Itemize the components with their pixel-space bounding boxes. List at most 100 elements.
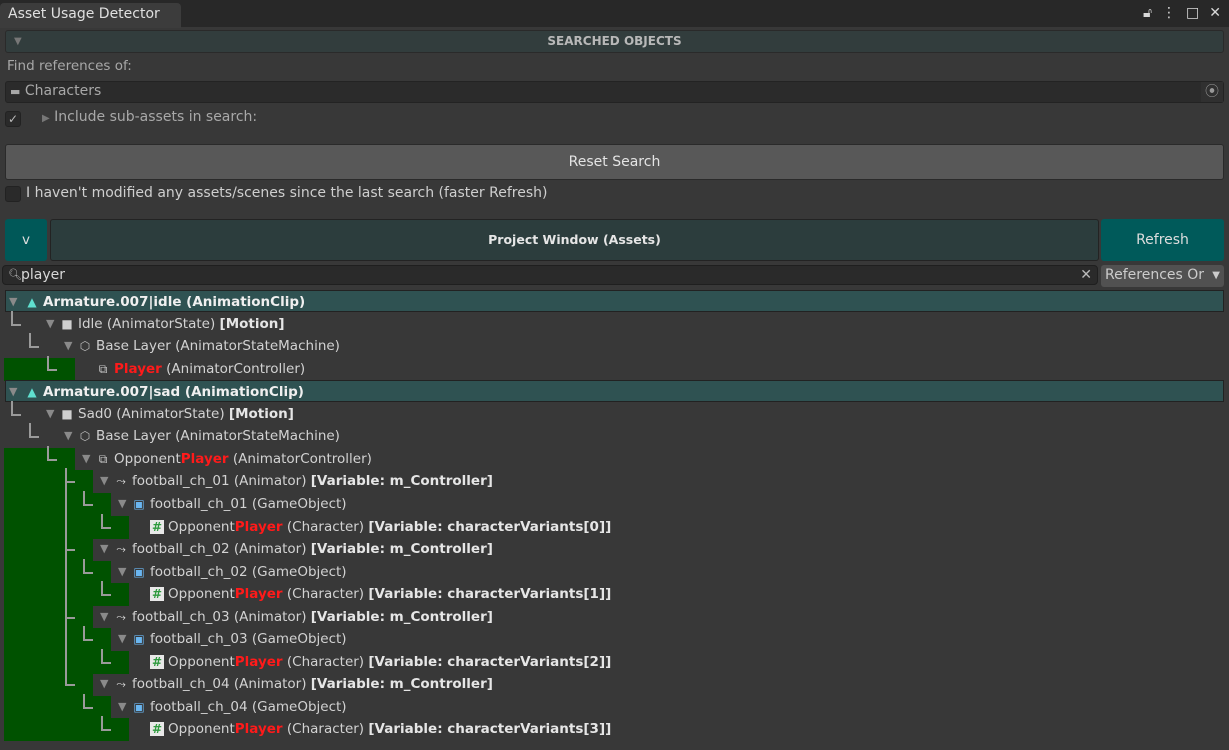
expand-arrow-icon[interactable]: ▼ <box>100 606 108 628</box>
tree-line <box>29 333 31 348</box>
animation-clip-icon: ▲ <box>27 385 37 400</box>
close-icon[interactable]: ✕ <box>1209 5 1221 21</box>
label-text: football_ch_03 (Animator) <box>132 608 311 625</box>
gameobject-icon: ▣ <box>133 632 145 647</box>
tree-row[interactable]: ▼ ▣ football_ch_03 (GameObject) <box>0 626 1229 652</box>
tree-row[interactable]: ▼ ⬡ Base Layer (AnimatorStateMachine) <box>0 423 1229 447</box>
tree-line <box>101 526 111 529</box>
label-text: (Character) <box>282 653 369 670</box>
searched-objects-label: SEARCHED OBJECTS <box>547 34 682 48</box>
menu-icon[interactable]: ⋮ <box>1162 5 1176 21</box>
reference-tag: [Variable: characterVariants[3]] <box>368 721 612 738</box>
highlight-bar <box>4 447 75 471</box>
tree-line <box>65 684 75 687</box>
tree-line <box>101 594 111 597</box>
label-text: Opponent <box>168 721 235 738</box>
tree-row-label: Armature.007|idle (AnimationClip) <box>43 291 305 313</box>
expand-arrow-icon[interactable]: ▼ <box>46 403 54 425</box>
tree-root-row[interactable]: ▼ ▲ Armature.007|sad (AnimationClip) <box>5 380 1224 403</box>
label-text: football_ch_03 (GameObject) <box>150 631 347 648</box>
lock-icon[interactable]: 🔓︎ <box>1143 5 1152 21</box>
reference-tag: [Variable: characterVariants[0]] <box>368 518 612 535</box>
tree-row[interactable]: ▼ ⤳ football_ch_03 (Animator) [Variable: m… <box>0 603 1229 629</box>
label-text: Opponent <box>114 450 181 467</box>
label-text: Armature.007|idle (AnimationClip) <box>43 294 306 310</box>
tree-line <box>47 458 57 461</box>
animator-controller-icon: ⧉ <box>98 451 108 466</box>
match-text: Player <box>234 653 283 670</box>
tree-row[interactable]: # OpponentPlayer (Character) [Variable: c… <box>0 581 1229 607</box>
include-subassets-foldout[interactable]: ▶ Include sub-assets in search: <box>42 109 257 125</box>
expand-arrow-icon[interactable]: ▼ <box>100 673 108 695</box>
tree-row-label: Base Layer (AnimatorStateMachine) <box>96 335 340 357</box>
clear-search-icon[interactable]: ✕ <box>1080 266 1092 284</box>
searched-objects-header[interactable]: ▼ SEARCHED OBJECTS <box>5 30 1224 53</box>
tree-row[interactable]: # OpponentPlayer (Character) [Variable: c… <box>0 513 1229 539</box>
foldout-arrow-icon[interactable]: ▼ <box>14 31 22 52</box>
script-icon: # <box>150 587 164 602</box>
search-input[interactable]: 🔍︎ player ✕ <box>2 265 1098 285</box>
foldout-right-icon: ▶ <box>42 113 50 124</box>
expand-arrow-icon[interactable]: ▼ <box>118 493 126 515</box>
highlight-bar <box>4 538 93 562</box>
tree-line <box>83 639 93 642</box>
tree-row[interactable]: ▼ ▣ football_ch_01 (GameObject) <box>0 490 1229 516</box>
highlight-bar <box>4 560 111 584</box>
tree-row[interactable]: # OpponentPlayer (Character) [Variable: c… <box>0 716 1229 742</box>
tree-row[interactable]: ▼ ⬡ Base Layer (AnimatorStateMachine) <box>0 333 1229 357</box>
project-window-section[interactable]: Project Window (Assets) <box>50 219 1099 261</box>
tree-row[interactable]: ▼ ⤳ football_ch_01 (Animator) [Variable: m… <box>0 468 1229 494</box>
tree-row[interactable]: ▼ ▣ football_ch_02 (GameObject) <box>0 558 1229 584</box>
tree-row[interactable]: ▼ ⤳ football_ch_02 (Animator) [Variable: m… <box>0 536 1229 562</box>
match-text: Player <box>180 450 229 467</box>
tree-row[interactable]: ▼ ▣ football_ch_04 (GameObject) <box>0 693 1229 719</box>
collapse-button[interactable]: v <box>5 219 47 261</box>
expand-arrow-icon[interactable]: ▼ <box>118 561 126 583</box>
expand-arrow-icon[interactable]: ▼ <box>64 335 72 357</box>
state-machine-icon: ⬡ <box>79 339 91 354</box>
maximize-icon[interactable]: □ <box>1186 5 1199 21</box>
window-tab[interactable]: Asset Usage Detector <box>0 3 181 28</box>
object-picker-icon[interactable]: ⦿ <box>1201 82 1223 102</box>
label-text: football_ch_02 (GameObject) <box>150 563 347 580</box>
expand-arrow-icon[interactable]: ▼ <box>100 470 108 492</box>
animator-controller-icon: ⧉ <box>98 361 108 376</box>
tree-row[interactable]: ▼ ■ Sad0 (AnimatorState) [Motion] <box>0 400 1229 425</box>
reference-tag: [Variable: characterVariants[1]] <box>368 586 612 603</box>
include-subassets-checkbox[interactable]: ✓ <box>5 111 21 127</box>
script-icon: # <box>150 722 164 737</box>
refresh-button[interactable]: Refresh <box>1101 219 1224 261</box>
label-text: Idle (AnimatorState) <box>78 315 220 332</box>
expand-arrow-icon[interactable]: ▼ <box>82 448 90 470</box>
tree-row[interactable]: # OpponentPlayer (Character) [Variable: c… <box>0 648 1229 674</box>
object-field-value: Characters <box>24 83 102 99</box>
tree-row[interactable]: ▼ ⧉ OpponentPlayer (AnimatorController) <box>0 445 1229 471</box>
highlight-bar <box>4 695 111 719</box>
expand-arrow-icon[interactable]: ▼ <box>118 696 126 718</box>
tree-row-label: Base Layer (AnimatorStateMachine) <box>96 425 340 447</box>
label-text: Opponent <box>168 653 235 670</box>
tree-line <box>83 706 93 709</box>
expand-arrow-icon[interactable]: ▼ <box>100 538 108 560</box>
tree-row-label: Armature.007|sad (AnimationClip) <box>43 381 304 403</box>
tree-row[interactable]: ▼ ⤳ football_ch_04 (Animator) [Variable: m… <box>0 671 1229 697</box>
label-text: football_ch_02 (Animator) <box>132 541 311 558</box>
animator-state-icon: ■ <box>61 316 73 331</box>
tree-row-label: football_ch_01 (Animator) [Variable: m_C… <box>132 470 493 492</box>
tree-line <box>83 503 93 506</box>
faster-refresh-checkbox[interactable] <box>5 186 21 202</box>
object-field[interactable]: ▬ Characters ⦿ <box>5 81 1224 103</box>
references-mode-dropdown[interactable]: References Or ▼ <box>1101 265 1224 287</box>
tree-line <box>83 490 85 505</box>
match-text: Player <box>234 518 283 535</box>
tree-line <box>101 581 103 596</box>
include-subassets-label: Include sub-assets in search: <box>54 109 258 125</box>
reset-search-button[interactable]: Reset Search <box>5 144 1224 180</box>
animator-icon: ⤳ <box>116 609 126 624</box>
expand-arrow-icon[interactable]: ▼ <box>46 313 54 335</box>
expand-arrow-icon[interactable]: ▼ <box>118 628 126 650</box>
tree-row[interactable]: ⧉ Player (AnimatorController) <box>0 355 1229 381</box>
tree-row[interactable]: ▼ ■ Idle (AnimatorState) [Motion] <box>0 310 1229 335</box>
tree-root-row[interactable]: ▼ ▲ Armature.007|idle (AnimationClip) <box>5 290 1224 312</box>
expand-arrow-icon[interactable]: ▼ <box>64 425 72 447</box>
